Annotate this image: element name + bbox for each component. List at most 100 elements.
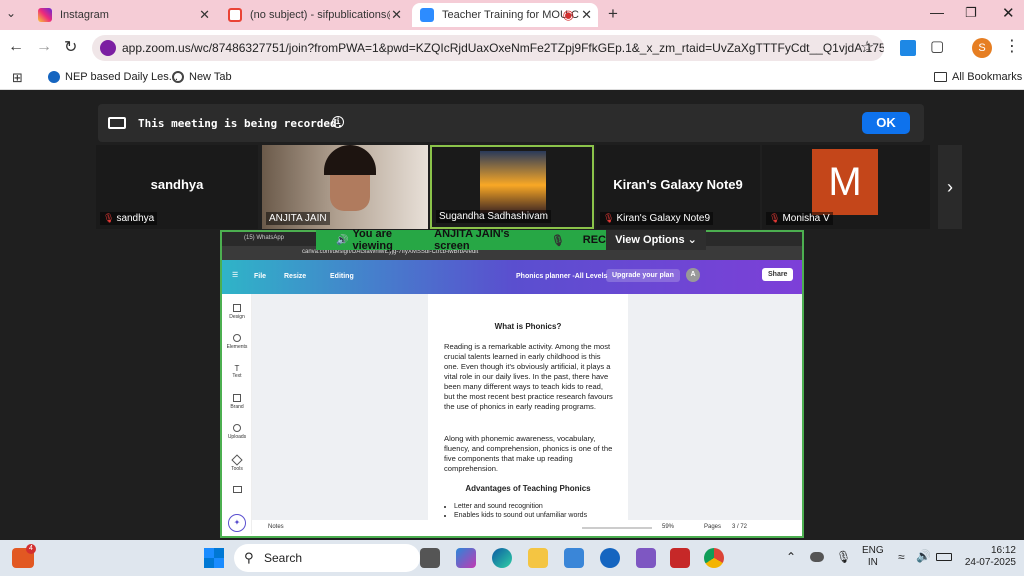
side-uploads[interactable]: Uploads — [226, 424, 248, 440]
puzzle-extensions-icon[interactable]: ▢ — [930, 37, 944, 55]
mcafee-icon[interactable] — [670, 548, 690, 568]
all-bookmarks-label: All Bookmarks — [952, 71, 1023, 83]
forward-arrow-icon[interactable]: → — [36, 38, 52, 56]
chrome-icon[interactable] — [704, 548, 724, 568]
bullet-item: Letter and sound recognition — [454, 502, 624, 511]
side-tools[interactable]: Tools — [226, 454, 248, 472]
tray-cloud-icon[interactable] — [810, 552, 824, 562]
tab-instagram[interactable]: Instagram ✕ — [30, 3, 216, 27]
minimize-icon[interactable]: — — [930, 4, 944, 20]
battery-icon[interactable] — [936, 553, 952, 561]
participant-tile-kiran[interactable]: Kiran's Galaxy Note9 🎙 Kiran's Galaxy Not… — [596, 145, 760, 229]
all-bookmarks[interactable]: All Bookmarks — [934, 71, 1022, 83]
next-participants-button[interactable]: › — [938, 145, 962, 229]
viewing-banner: 🔊 You are viewing ANJITA JAIN's screen 🎙… — [316, 228, 606, 252]
participant-tile-sugandha[interactable]: Sugandha Sadhashivam — [430, 145, 594, 229]
bookmark-new-tab[interactable]: New Tab — [172, 71, 232, 83]
tray-chevron-icon[interactable]: ⌃ — [786, 550, 796, 564]
close-icon[interactable]: ✕ — [581, 7, 592, 23]
document-title[interactable]: Phonics planner -All Levels — [516, 273, 607, 280]
profile-avatar[interactable]: S — [972, 38, 992, 58]
volume-icon[interactable]: 🔊 — [916, 549, 931, 563]
folder-icon — [232, 486, 242, 493]
search-icon: ⚲ — [244, 550, 254, 565]
upgrade-plan-button[interactable]: Upgrade your plan — [606, 269, 680, 282]
side-folder[interactable] — [226, 486, 248, 495]
reload-icon[interactable]: ↻ — [64, 37, 77, 57]
close-icon[interactable]: ✕ — [391, 7, 402, 23]
lang-line-2: IN — [867, 557, 878, 568]
address-bar[interactable]: app.zoom.us/wc/87486327751/join?fromPWA=… — [92, 35, 884, 61]
ok-button[interactable]: OK — [862, 112, 910, 134]
globe-icon — [172, 71, 184, 83]
participant-tile-anjita[interactable]: ANJITA JAIN — [262, 145, 428, 229]
tools-icon — [231, 454, 243, 466]
user-avatar[interactable]: A — [686, 268, 700, 282]
info-icon[interactable]: i — [332, 116, 344, 128]
clock[interactable]: 16:12 24-07-2025 — [958, 545, 1016, 569]
clock-time: 16:12 — [990, 545, 1016, 556]
uploads-icon — [233, 424, 241, 432]
gmail-icon — [228, 8, 242, 22]
onedrive-icon[interactable] — [600, 548, 620, 568]
windows-start-icon[interactable] — [204, 548, 224, 568]
page-count: 3 / 72 — [732, 524, 748, 530]
participant-tile-monisha[interactable]: M 🎙 Monisha V — [762, 145, 930, 229]
participant-label: ANJITA JAIN — [266, 212, 330, 225]
brand-icon — [233, 394, 241, 402]
store-icon[interactable] — [564, 548, 584, 568]
share-button[interactable]: Share — [762, 268, 794, 281]
restore-icon[interactable]: ❐ — [965, 5, 977, 21]
bookmark-nep[interactable]: NEP based Daily Les... — [48, 71, 178, 83]
side-design[interactable]: Design — [226, 304, 248, 320]
view-options-button[interactable]: View Options ⌄ — [606, 230, 706, 250]
editing-menu[interactable]: Editing — [330, 273, 354, 280]
side-label: Design — [229, 314, 245, 320]
pages-button[interactable]: Pages — [704, 524, 721, 530]
close-icon[interactable]: ✕ — [199, 7, 210, 23]
tab-search-chevron-icon[interactable]: ⌄ — [6, 6, 16, 20]
language-indicator[interactable]: ENG IN — [862, 545, 884, 569]
folder-icon[interactable] — [528, 548, 548, 568]
side-brand[interactable]: Brand — [226, 394, 248, 410]
kebab-menu-icon[interactable]: ⋮ — [1004, 36, 1020, 56]
edge-icon[interactable] — [492, 548, 512, 568]
recording-notice-bar: This meeting is being recorded. i OK — [98, 104, 924, 142]
shared-screen[interactable]: (15) WhatsApp canva.com/design/DAGlaWhw/… — [220, 230, 804, 538]
file-explorer-icon[interactable] — [420, 548, 440, 568]
bookmark-star-icon[interactable]: ☆ — [860, 37, 874, 57]
apps-grid-icon[interactable]: ⊞ — [12, 70, 23, 86]
mic-muted-icon: 🎙 — [550, 234, 565, 247]
tray-mic-icon[interactable]: 🎙 — [836, 550, 851, 564]
muted-mic-icon: 🎙 — [103, 213, 115, 223]
tab-zoom-active[interactable]: Teacher Training for MOU C ◉ ✕ — [412, 3, 598, 27]
side-text[interactable]: T Text — [226, 364, 248, 379]
window-close-icon[interactable]: ✕ — [1002, 4, 1015, 22]
browser-toolbar: ← → ↻ app.zoom.us/wc/87486327751/join?fr… — [0, 30, 1024, 66]
participant-name: ANJITA JAIN — [269, 213, 327, 224]
resize-menu[interactable]: Resize — [284, 273, 306, 280]
back-arrow-icon[interactable]: ← — [8, 38, 24, 56]
new-tab-plus-icon[interactable]: + — [608, 4, 618, 24]
menu-icon[interactable]: ☰ — [232, 271, 238, 279]
wifi-icon[interactable]: ≈ — [898, 550, 905, 564]
document-page[interactable]: What is Phonics? Reading is a remarkable… — [428, 294, 628, 520]
camera-record-icon — [108, 117, 126, 129]
copilot-icon[interactable] — [456, 548, 476, 568]
tab-gmail[interactable]: (no subject) - sifpublications@g ✕ — [220, 3, 408, 27]
canva-bottom-bar: Notes 59% Pages 3 / 72 — [252, 520, 802, 536]
magic-button[interactable]: ✦ — [228, 514, 246, 532]
clock-date: 24-07-2025 — [964, 557, 1016, 568]
side-label: Elements — [226, 344, 248, 350]
extension-icon[interactable] — [900, 40, 916, 56]
app-icon[interactable] — [636, 548, 656, 568]
taskbar-search[interactable]: ⚲ Search — [234, 544, 420, 572]
file-menu[interactable]: File — [254, 273, 266, 280]
side-elements[interactable]: Elements — [226, 334, 248, 350]
viewing-prefix: You are viewing — [352, 228, 393, 252]
doc-paragraph-1: Reading is a remarkable activity. Among … — [444, 342, 613, 411]
participant-tile-sandhya[interactable]: sandhya 🎙 sandhya — [96, 145, 258, 229]
zoom-slider[interactable] — [582, 527, 652, 529]
doc-heading: What is Phonics? — [494, 322, 562, 331]
notes-button[interactable]: Notes — [268, 524, 284, 530]
